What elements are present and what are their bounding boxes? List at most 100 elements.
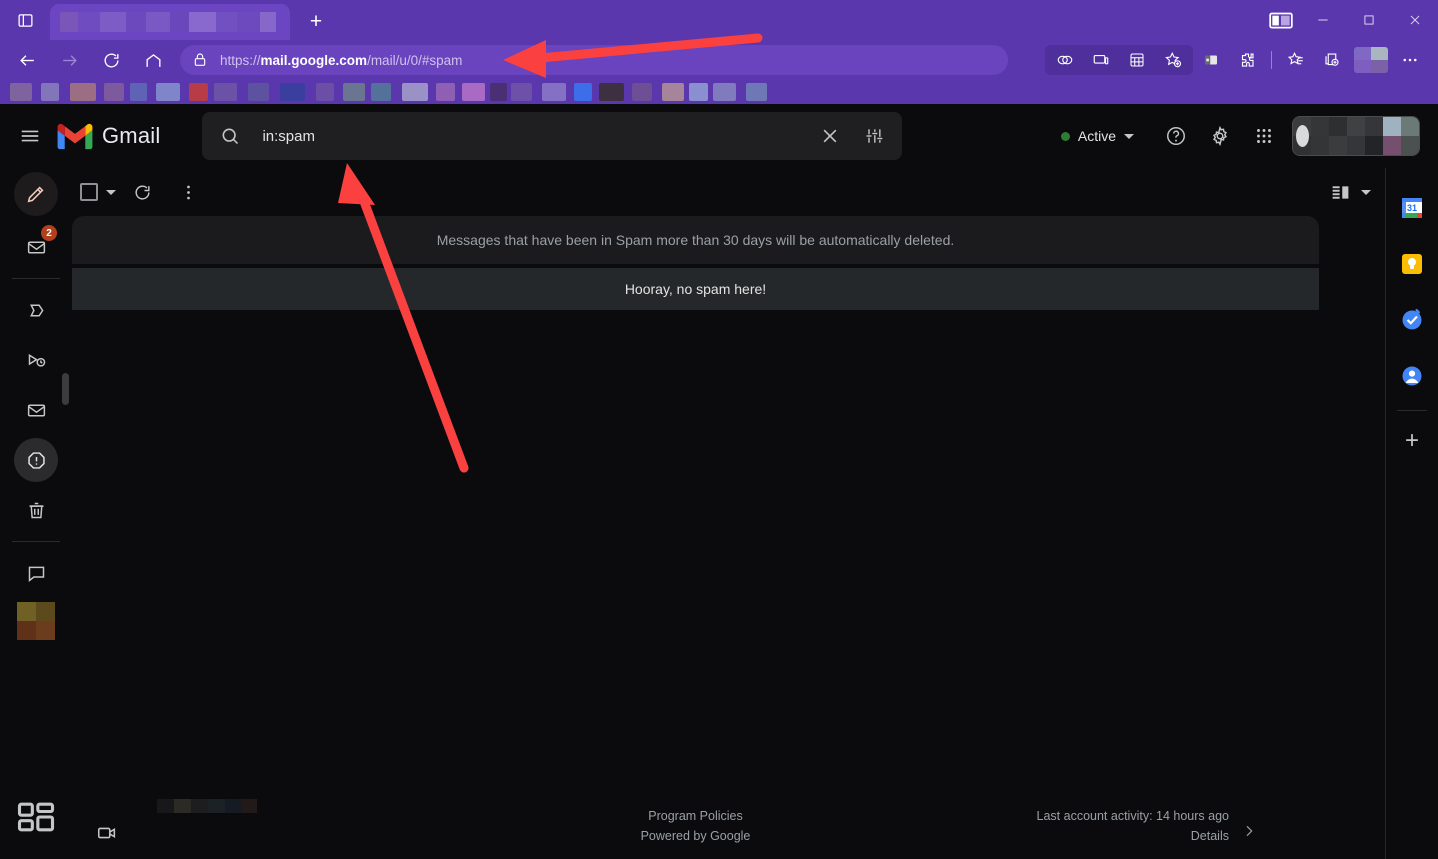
- redaction-swatch: [632, 83, 652, 101]
- redaction-swatch: [36, 621, 55, 640]
- tab-title-redacted: [60, 12, 280, 32]
- redaction-swatch: [100, 12, 126, 32]
- gmail-body: 2: [0, 168, 1438, 859]
- collections-icon[interactable]: [1280, 45, 1312, 75]
- redaction-swatch: [1371, 60, 1388, 73]
- browser-essentials-icon[interactable]: [1121, 45, 1153, 75]
- url-path: /mail/u/0/#spam: [367, 53, 462, 68]
- home-icon[interactable]: [137, 44, 169, 76]
- window-split-icon[interactable]: [1268, 7, 1294, 33]
- new-tab-button[interactable]: +: [300, 5, 332, 37]
- scrollbar-thumb[interactable]: [62, 373, 69, 405]
- device-cast-icon[interactable]: [1085, 45, 1117, 75]
- minimize-icon[interactable]: [1300, 0, 1346, 40]
- office-icon[interactable]: [1195, 45, 1227, 75]
- chevron-down-icon: [1124, 134, 1134, 139]
- redaction-swatch: [10, 83, 32, 101]
- back-arrow-icon[interactable]: [11, 44, 43, 76]
- redaction-swatch: [104, 83, 124, 101]
- google-tasks-icon[interactable]: [1392, 292, 1432, 348]
- sidebar-item-inbox[interactable]: 2: [14, 225, 58, 269]
- redaction-swatch: [41, 83, 59, 101]
- reload-icon[interactable]: [95, 44, 127, 76]
- forward-arrow-icon[interactable]: [53, 44, 85, 76]
- chevron-down-icon: [1361, 190, 1371, 195]
- sidebar-item-starred[interactable]: [14, 288, 58, 332]
- more-options-button[interactable]: [168, 172, 208, 212]
- sidebar-item-sent[interactable]: [14, 388, 58, 432]
- more-vertical-icon: [179, 183, 198, 202]
- redaction-swatch: [542, 83, 566, 101]
- search-options-icon[interactable]: [852, 114, 896, 158]
- sidebar-item-trash[interactable]: [14, 488, 58, 532]
- url-domain: mail.google.com: [261, 53, 368, 68]
- panel-divider: [1397, 410, 1427, 411]
- redaction-swatch: [511, 83, 532, 101]
- star-label-icon: [26, 300, 47, 321]
- gmail-logo-icon: [56, 122, 94, 151]
- chevron-right-icon[interactable]: [1241, 823, 1257, 844]
- redaction-swatch: [462, 83, 485, 101]
- close-icon[interactable]: [1392, 0, 1438, 40]
- redaction-swatch: [280, 83, 305, 101]
- google-apps-grid-icon[interactable]: [1242, 114, 1286, 158]
- refresh-button[interactable]: [122, 172, 162, 212]
- account-avatar-redacted[interactable]: [1292, 116, 1420, 156]
- redaction-swatch: [17, 621, 36, 640]
- google-calendar-icon[interactable]: 31: [1392, 180, 1432, 236]
- redaction-swatch: [1354, 60, 1371, 73]
- rail-divider: [12, 278, 60, 279]
- split-tab-icon[interactable]: [1316, 45, 1348, 75]
- help-icon[interactable]: [1154, 114, 1198, 158]
- address-bar[interactable]: https://mail.google.com/mail/u/0/#spam: [180, 45, 1008, 75]
- search-bar[interactable]: [202, 112, 902, 160]
- google-keep-icon[interactable]: [1392, 236, 1432, 292]
- search-clear-button[interactable]: [808, 114, 852, 158]
- tab-strip: +: [0, 0, 1438, 40]
- more-options-icon[interactable]: [1394, 45, 1426, 75]
- sidebar-item-chat[interactable]: [14, 551, 58, 595]
- toolbar-divider: [1271, 51, 1272, 69]
- redaction-swatch: [1371, 47, 1388, 60]
- add-plus-icon[interactable]: +: [1392, 421, 1432, 461]
- tab-search-icon[interactable]: [8, 3, 42, 37]
- google-contacts-icon[interactable]: [1392, 348, 1432, 404]
- gear-icon[interactable]: [1198, 114, 1242, 158]
- app-switcher-icon[interactable]: [14, 795, 58, 839]
- search-input[interactable]: [252, 128, 808, 145]
- gmail-logo[interactable]: Gmail: [56, 122, 160, 151]
- sidebar-item-redacted[interactable]: [17, 602, 55, 640]
- redaction-swatch: [746, 83, 767, 101]
- redaction-swatch: [1383, 136, 1401, 155]
- sidebar-item-snoozed[interactable]: [14, 338, 58, 382]
- inbox-unread-badge: 2: [41, 225, 57, 241]
- extensions-icon[interactable]: [1231, 45, 1263, 75]
- reading-pane-layout-icon: [1330, 182, 1351, 203]
- compose-button[interactable]: [14, 172, 58, 216]
- powered-by-google-label: Powered by Google: [72, 829, 1319, 843]
- sidebar-item-spam[interactable]: [14, 438, 58, 482]
- snoozed-clock-icon: [26, 350, 47, 371]
- maximize-icon[interactable]: [1346, 0, 1392, 40]
- select-all-checkbox[interactable]: [80, 183, 116, 201]
- gmail-app: Gmail: [0, 104, 1438, 859]
- video-camera-icon[interactable]: [96, 822, 118, 849]
- redaction-swatch: [1311, 136, 1329, 155]
- search-icon[interactable]: [208, 114, 252, 158]
- gmail-wordmark: Gmail: [102, 123, 160, 149]
- spam-octagon-icon: [26, 450, 47, 471]
- bookmarks-bar[interactable]: [0, 80, 1438, 104]
- split-screen-icon[interactable]: [1049, 45, 1081, 75]
- browser-tab[interactable]: [50, 4, 290, 40]
- activity-details-link[interactable]: Details: [1191, 829, 1229, 843]
- redaction-swatch: [1383, 117, 1401, 136]
- status-badge[interactable]: Active: [1049, 119, 1146, 153]
- redaction-swatch: [170, 12, 189, 32]
- lock-icon: [192, 52, 208, 68]
- reading-pane-layout-button[interactable]: [1330, 182, 1385, 203]
- redaction-swatch: [1329, 117, 1347, 136]
- add-favorite-icon[interactable]: [1157, 45, 1189, 75]
- redaction-swatch: [214, 83, 237, 101]
- profile-avatar-redacted[interactable]: [1354, 47, 1388, 73]
- hamburger-menu-icon[interactable]: [8, 114, 52, 158]
